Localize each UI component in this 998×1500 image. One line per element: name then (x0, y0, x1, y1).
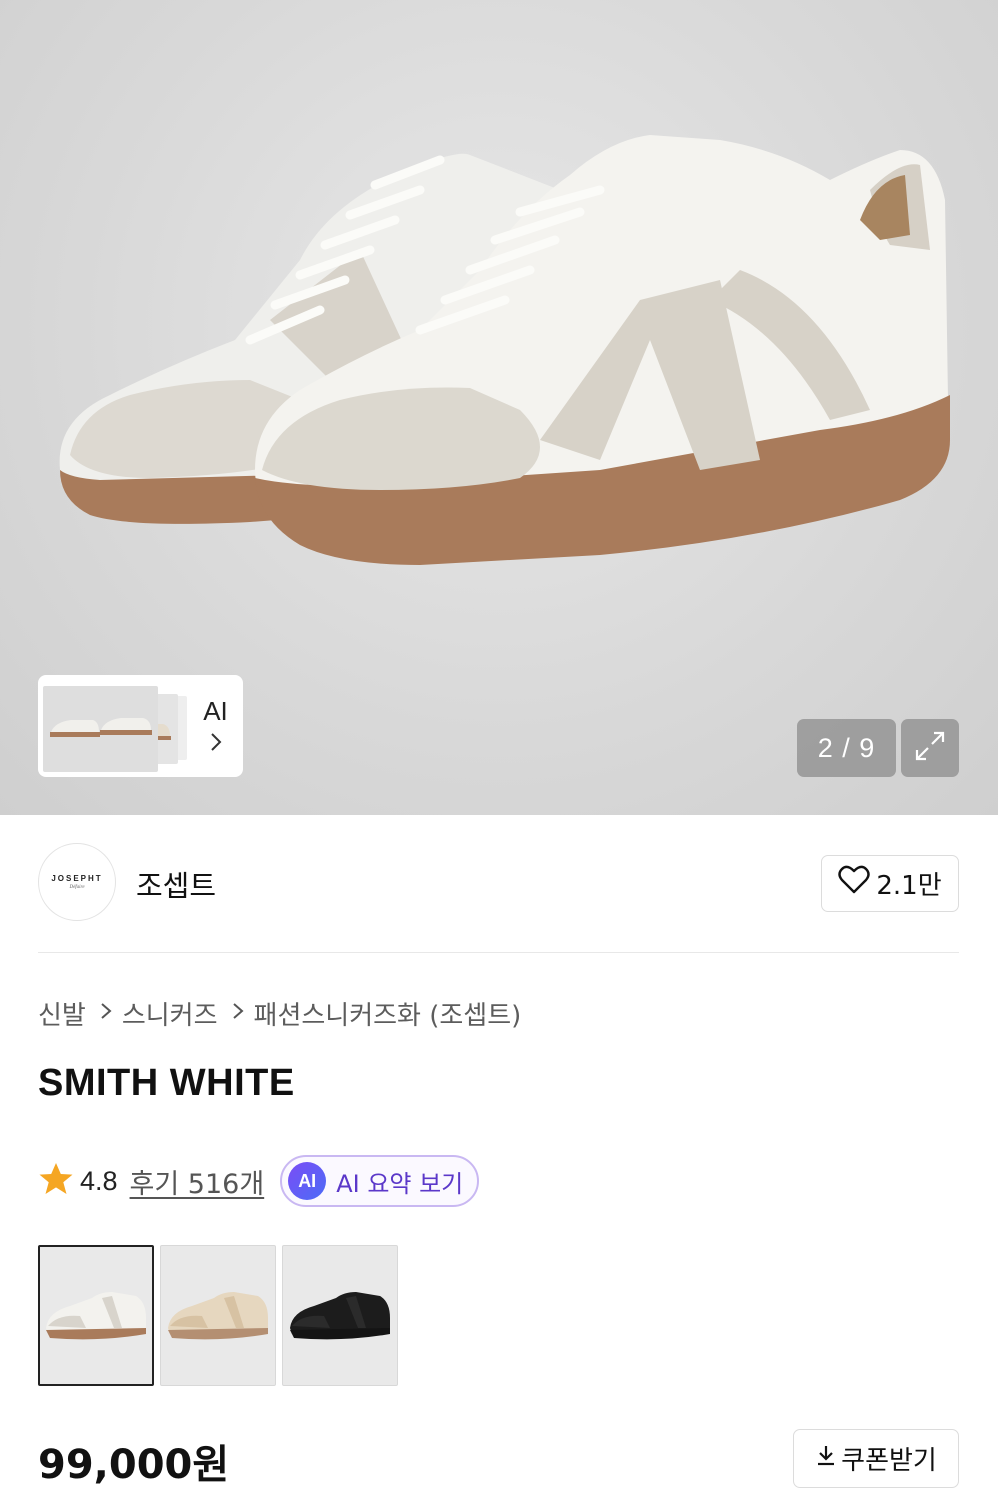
heart-icon (838, 865, 871, 902)
shoe-thumbnail (290, 1291, 390, 1339)
color-option-beige[interactable] (160, 1245, 276, 1386)
color-option-white[interactable] (38, 1245, 154, 1386)
shoe-thumbnail (168, 1291, 268, 1339)
shoe-thumbnail (46, 1291, 146, 1339)
breadcrumb: 신발 스니커즈 패션스니커즈화 (조셉트) (38, 995, 521, 1032)
mini-shoe-image (50, 718, 152, 737)
ai-strip-label: AI (193, 696, 238, 757)
ai-thumbnail-stack (43, 680, 193, 772)
color-options (38, 1245, 398, 1386)
expand-icon (912, 728, 948, 768)
ai-label: AI (203, 695, 228, 726)
product-title: SMITH WHITE (38, 1062, 295, 1104)
download-icon (815, 1443, 837, 1474)
rating-row: 4.8 후기 516개 AI AI 요약 보기 (38, 1155, 480, 1207)
coupon-label: 쿠폰받기 (841, 1446, 937, 1476)
product-price: 99,000원 (38, 1442, 230, 1488)
like-count: 2.1만 (876, 871, 942, 901)
brand-name[interactable]: 조셉트 (136, 863, 216, 905)
breadcrumb-item-shoes[interactable]: 신발 (38, 995, 86, 1032)
thumbnail-front (43, 686, 158, 772)
star-icon (38, 1162, 74, 1200)
rating-value: 4.8 (80, 1165, 118, 1196)
product-image-gallery[interactable]: AI 2 / 9 (0, 0, 998, 815)
brand-logo[interactable]: JOSEPHT Défaire (38, 843, 116, 921)
ai-summary-label: AI 요약 보기 (336, 1169, 464, 1198)
brand-row: JOSEPHT Défaire 조셉트 2.1만 (38, 843, 959, 923)
review-count-link[interactable]: 후기 516개 (130, 1162, 265, 1201)
chevron-right-icon (100, 1001, 112, 1027)
chevron-right-icon (209, 731, 223, 757)
ai-summary-button[interactable]: AI AI 요약 보기 (280, 1155, 480, 1207)
coupon-download-button[interactable]: 쿠폰받기 (793, 1429, 959, 1488)
breadcrumb-item-sneakers[interactable]: 스니커즈 (122, 995, 218, 1032)
divider (38, 952, 959, 953)
ai-styling-thumbnail-card[interactable]: AI (38, 675, 243, 777)
brand-logo-text: JOSEPHT (51, 874, 103, 883)
expand-button[interactable] (901, 719, 959, 777)
image-counter: 2 / 9 (797, 719, 896, 777)
ai-badge-icon: AI (288, 1162, 327, 1200)
brand-logo-subtext: Défaire (69, 885, 85, 890)
breadcrumb-item-category[interactable]: 패션스니커즈화 (조셉트) (254, 995, 522, 1032)
chevron-right-icon (232, 1001, 244, 1027)
color-option-black[interactable] (282, 1245, 398, 1386)
like-button[interactable]: 2.1만 (821, 855, 959, 912)
